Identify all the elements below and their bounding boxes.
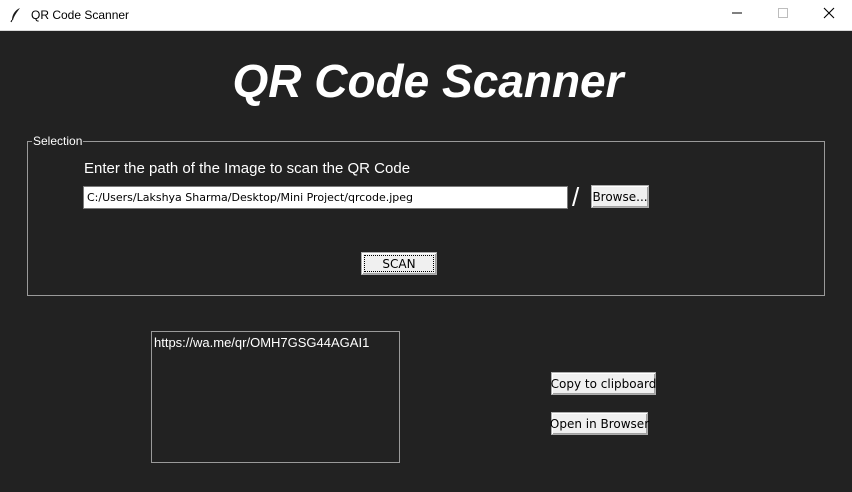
minimize-icon [731, 6, 743, 24]
path-separator: / [572, 182, 580, 212]
close-button[interactable] [806, 0, 852, 30]
scan-button[interactable]: SCAN [361, 252, 437, 275]
copy-to-clipboard-button[interactable]: Copy to clipboard [551, 372, 656, 395]
app-heading: QR Code Scanner [232, 55, 624, 107]
browse-button[interactable]: Browse... [591, 185, 649, 208]
maximize-button[interactable] [760, 0, 806, 30]
close-icon [823, 6, 835, 24]
selection-legend: Selection [32, 134, 84, 148]
maximize-icon [777, 6, 789, 24]
open-in-browser-button[interactable]: Open in Browser [550, 412, 649, 435]
path-prompt-label: Enter the path of the Image to scan the … [84, 160, 411, 177]
result-text: https://wa.me/qr/OMH7GSG44AGAI1 [154, 335, 370, 350]
result-text-box[interactable]: https://wa.me/qr/OMH7GSG44AGAI1 [151, 331, 400, 463]
title-bar[interactable]: QR Code Scanner [0, 0, 852, 31]
minimize-button[interactable] [714, 0, 760, 30]
window-title: QR Code Scanner [31, 8, 130, 22]
image-path-input[interactable] [83, 186, 568, 209]
feather-icon [9, 7, 23, 23]
